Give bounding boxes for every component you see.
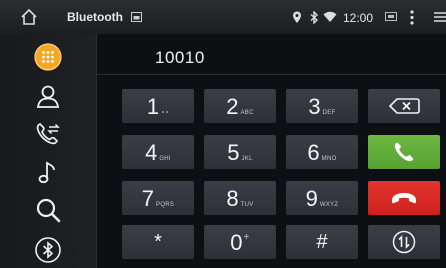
more-menu-icon[interactable] bbox=[410, 10, 414, 25]
key-letters: WXYZ bbox=[319, 202, 339, 208]
key-digit: 3 bbox=[308, 94, 321, 119]
hang-up-icon bbox=[392, 193, 416, 204]
contact-person-icon bbox=[36, 85, 60, 108]
key-6[interactable]: 6 MNO bbox=[286, 135, 358, 169]
status-clock: 12:00 bbox=[343, 11, 374, 25]
key-3[interactable]: 3 DEF bbox=[286, 89, 358, 123]
voicemail-icon: ∘∘ bbox=[161, 110, 170, 116]
sidebar-item-bluetooth-settings[interactable] bbox=[0, 232, 96, 268]
key-hash[interactable]: # bbox=[286, 225, 358, 259]
key-digit: 0 bbox=[230, 230, 243, 255]
dialed-number: 10010 bbox=[155, 48, 205, 67]
key-digit: 8 bbox=[226, 186, 239, 211]
key-5[interactable]: 5 JKL bbox=[204, 135, 276, 169]
key-1[interactable]: 1 ∘∘ bbox=[122, 89, 194, 123]
key-digit: 4 bbox=[145, 140, 158, 165]
key-digit: 2 bbox=[226, 94, 239, 119]
key-digit: * bbox=[154, 231, 162, 253]
key-digit: 6 bbox=[307, 140, 320, 165]
key-digit: 7 bbox=[141, 186, 155, 211]
key-letters: TUV bbox=[240, 202, 254, 208]
phone-call-icon bbox=[394, 142, 414, 162]
menu-icon[interactable] bbox=[434, 12, 446, 22]
backspace-button[interactable] bbox=[368, 89, 440, 123]
key-letters: JKL bbox=[241, 156, 253, 162]
key-letters: PQRS bbox=[156, 202, 175, 208]
key-letters: ABC bbox=[240, 110, 254, 116]
number-divider bbox=[96, 74, 446, 75]
sidebar-item-music[interactable] bbox=[0, 154, 96, 190]
status-bar: Bluetooth 12:00 bbox=[0, 0, 446, 34]
key-4[interactable]: 4 GHI bbox=[122, 135, 194, 169]
key-2[interactable]: 2 ABC bbox=[204, 89, 276, 123]
transfer-arrows-icon bbox=[392, 230, 416, 254]
app-title: Bluetooth bbox=[67, 10, 123, 24]
search-icon bbox=[36, 198, 61, 223]
key-0[interactable]: 0 + bbox=[204, 225, 276, 259]
key-7[interactable]: 7 PQRS bbox=[122, 181, 194, 215]
key-8[interactable]: 8 TUV bbox=[204, 181, 276, 215]
sidebar-item-search[interactable] bbox=[0, 192, 96, 228]
notification-image-icon bbox=[131, 12, 142, 22]
key-digit: 1 bbox=[146, 94, 160, 119]
sidebar bbox=[0, 34, 97, 268]
sidebar-item-dialpad[interactable] bbox=[0, 38, 96, 76]
backspace-icon bbox=[388, 98, 420, 114]
key-letters: MNO bbox=[321, 156, 337, 162]
key-digit: 5 bbox=[227, 140, 240, 165]
key-9[interactable]: 9 WXYZ bbox=[286, 181, 358, 215]
screen-cast-icon bbox=[385, 12, 397, 21]
call-button[interactable] bbox=[368, 135, 440, 169]
key-letters: GHI bbox=[159, 156, 171, 162]
dialpad-icon bbox=[34, 43, 62, 71]
bluetooth-icon bbox=[35, 237, 61, 263]
location-icon bbox=[293, 11, 301, 23]
key-letters: DEF bbox=[322, 110, 336, 116]
bluetooth-status-icon bbox=[310, 11, 319, 24]
key-star[interactable]: * bbox=[122, 225, 194, 259]
home-icon[interactable] bbox=[20, 8, 38, 26]
sidebar-item-contacts[interactable] bbox=[0, 78, 96, 114]
key-digit: # bbox=[316, 231, 328, 253]
sidebar-item-call-log[interactable] bbox=[0, 116, 96, 152]
audio-transfer-button[interactable] bbox=[368, 225, 440, 259]
key-plus: + bbox=[243, 232, 250, 243]
call-log-icon bbox=[36, 122, 60, 145]
key-digit: 9 bbox=[305, 186, 318, 211]
hangup-button[interactable] bbox=[368, 181, 440, 215]
wifi-icon bbox=[323, 11, 337, 22]
music-note-icon bbox=[38, 161, 55, 184]
